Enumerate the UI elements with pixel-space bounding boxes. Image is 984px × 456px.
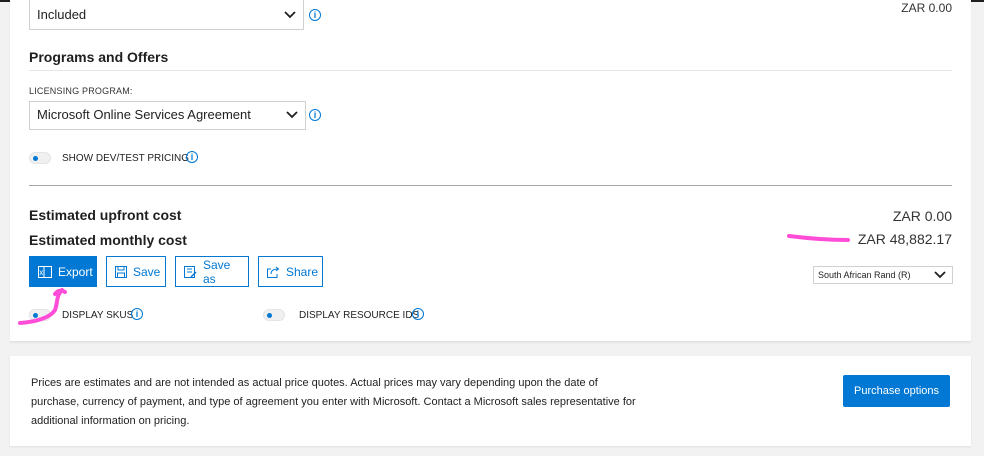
licensing-program-value: Microsoft Online Services Agreement (37, 107, 251, 122)
licensing-program-label: LICENSING PROGRAM: (29, 86, 133, 96)
display-resource-ids-label: DISPLAY RESOURCE IDS (299, 310, 420, 321)
export-button[interactable]: x Export (29, 256, 97, 287)
upfront-cost-label: Estimated upfront cost (29, 207, 182, 223)
info-icon[interactable]: i (309, 9, 321, 21)
info-icon[interactable]: i (412, 308, 424, 320)
info-icon[interactable]: i (186, 151, 198, 163)
toggle-knob (267, 313, 272, 318)
support-select[interactable]: Included (29, 0, 304, 30)
programs-heading: Programs and Offers (29, 49, 169, 65)
save-button[interactable]: Save (106, 256, 166, 287)
chevron-down-icon (286, 111, 298, 119)
info-icon[interactable]: i (309, 109, 321, 121)
display-skus-label: DISPLAY SKUS (62, 310, 134, 321)
display-resource-ids-toggle[interactable] (263, 309, 285, 321)
support-cost: ZAR 0.00 (901, 1, 952, 15)
save-as-icon (184, 265, 197, 278)
save-as-label: Save as (203, 257, 231, 286)
cost-divider (29, 185, 952, 186)
toggle-knob (33, 313, 38, 318)
purchase-options-button[interactable]: Purchase options (843, 375, 950, 407)
export-label: Export (58, 264, 93, 279)
toggle-knob (33, 156, 38, 161)
share-icon (267, 266, 280, 278)
monthly-cost-value: ZAR 48,882.17 (857, 231, 952, 247)
chevron-down-icon (284, 11, 296, 19)
share-button[interactable]: Share (258, 256, 323, 287)
currency-value: South African Rand (R) (818, 270, 911, 280)
save-as-button[interactable]: Save as (175, 256, 249, 287)
info-icon[interactable]: i (131, 308, 143, 320)
display-skus-toggle[interactable] (29, 309, 51, 321)
share-label: Share (286, 264, 319, 279)
save-icon (115, 265, 127, 278)
svg-text:x: x (39, 268, 43, 277)
pricing-disclaimer: Prices are estimates and are not intende… (31, 377, 636, 427)
devtest-pricing-label: SHOW DEV/TEST PRICING (62, 153, 190, 164)
section-divider (29, 70, 952, 71)
upfront-cost-value: ZAR 0.00 (892, 208, 952, 224)
currency-select[interactable]: South African Rand (R) (813, 266, 953, 284)
support-select-value: Included (37, 7, 87, 22)
chevron-down-icon (934, 271, 946, 279)
save-label: Save (133, 264, 161, 279)
devtest-pricing-toggle[interactable] (29, 152, 51, 164)
excel-icon: x (38, 265, 52, 278)
monthly-cost-label: Estimated monthly cost (29, 232, 187, 248)
licensing-program-select[interactable]: Microsoft Online Services Agreement (29, 101, 306, 130)
